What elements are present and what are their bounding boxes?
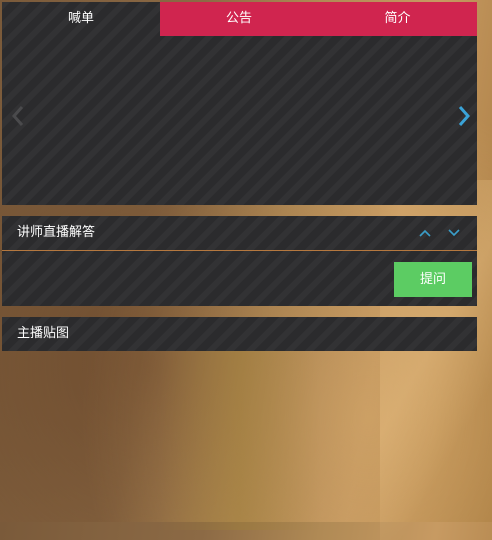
background-streak (160, 330, 320, 530)
tab-introduction[interactable]: 简介 (318, 2, 477, 36)
expand-down-button[interactable] (447, 226, 461, 240)
chevron-right-icon (458, 106, 470, 126)
tab-panel: 喊单 公告 简介 (2, 2, 477, 205)
slider-prev-button[interactable] (8, 102, 28, 130)
qa-panel-title: 讲师直播解答 (17, 225, 96, 240)
tab-bar: 喊单 公告 简介 (2, 2, 477, 36)
tab-announcement[interactable]: 公告 (160, 2, 318, 36)
ask-question-button[interactable]: 提问 (394, 262, 472, 297)
collapse-up-button[interactable] (418, 226, 432, 240)
chevron-up-icon (419, 229, 431, 237)
sticker-panel-title: 主播贴图 (17, 326, 70, 341)
chevron-down-icon (448, 229, 460, 237)
chevron-left-icon (12, 106, 24, 126)
sticker-panel-header: 主播贴图 (2, 317, 477, 351)
tab-calls[interactable]: 喊单 (2, 2, 160, 36)
qa-panel: 讲师直播解答 提问 (2, 216, 477, 306)
slider-next-button[interactable] (454, 102, 474, 130)
qa-panel-header: 讲师直播解答 (2, 216, 477, 251)
